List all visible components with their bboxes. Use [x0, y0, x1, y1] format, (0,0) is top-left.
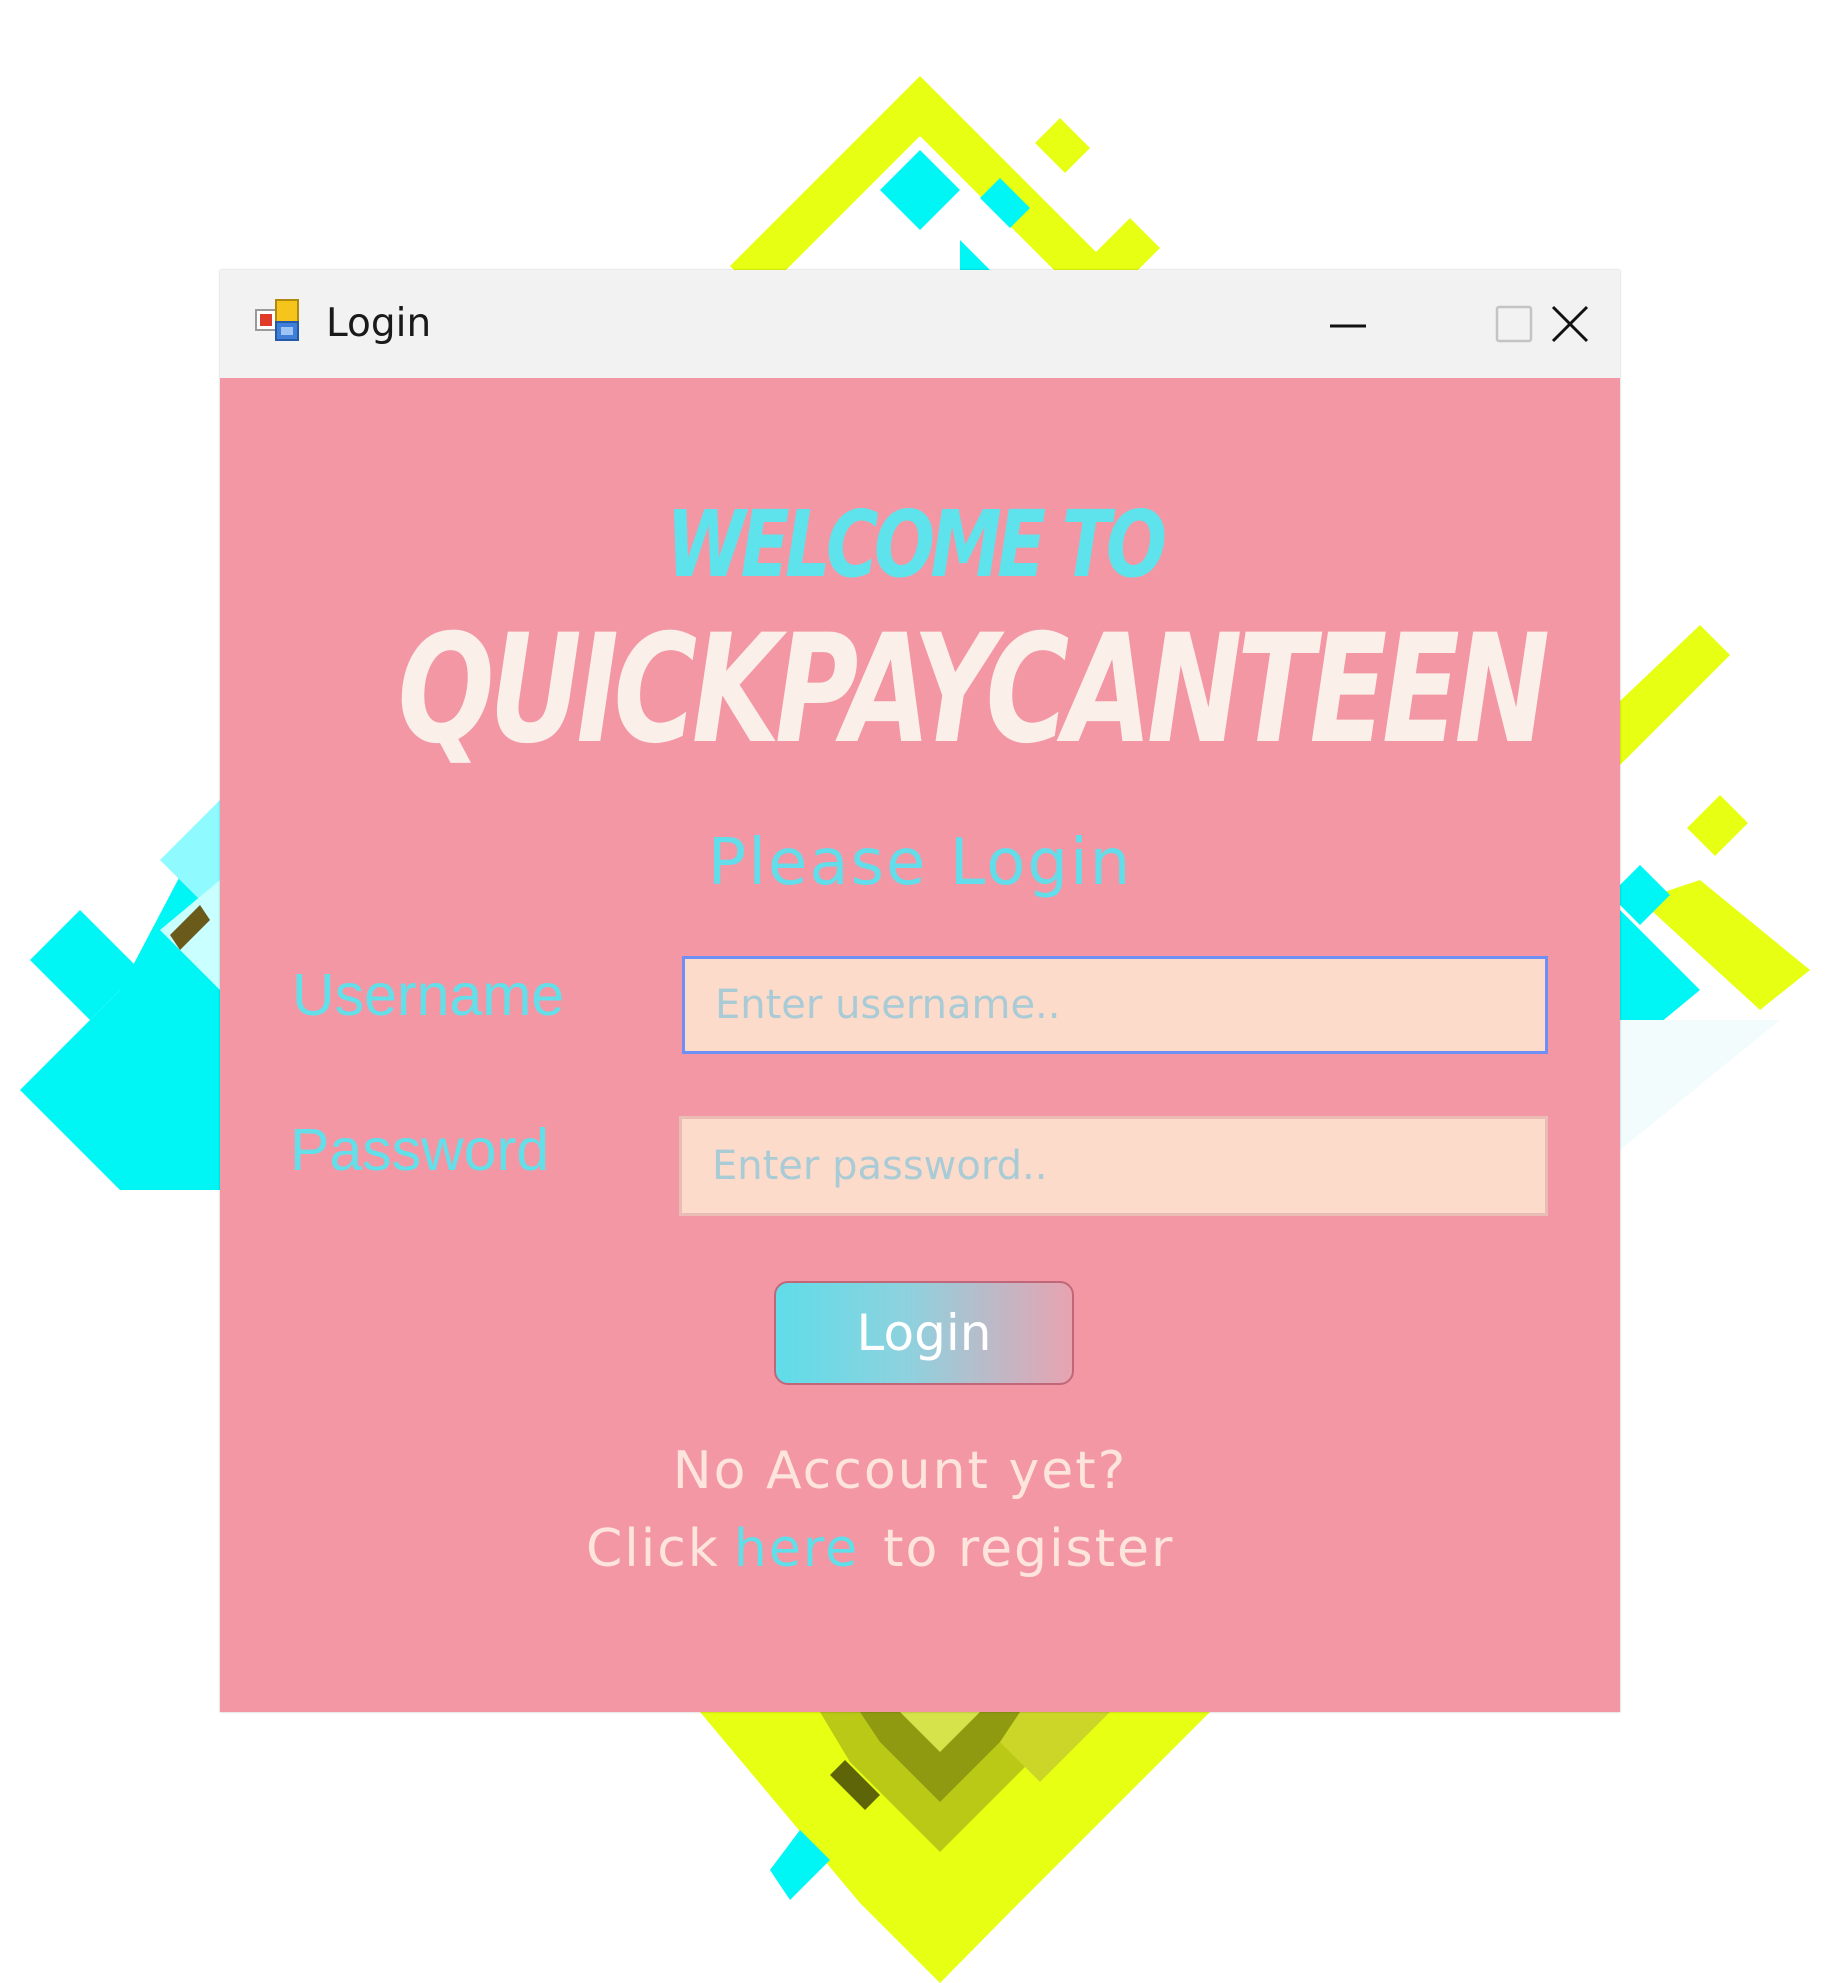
username-label: Username	[292, 962, 565, 1028]
register-link[interactable]: here	[734, 1519, 859, 1579]
minimize-icon	[1330, 324, 1366, 328]
login-panel: WELCOME TO QUICKPAYCANTEEN Please Login …	[220, 378, 1620, 1712]
password-label: Password	[290, 1117, 550, 1183]
window-title: Login	[326, 301, 432, 346]
close-icon	[1551, 305, 1589, 343]
password-input[interactable]	[679, 1116, 1548, 1216]
login-window: Login WELCOME TO QUICKPAYCANTEEN Please …	[220, 270, 1620, 1712]
register-suffix-text: to register	[883, 1519, 1175, 1579]
register-prompt: Click here to register	[586, 1514, 1174, 1584]
decor-bottom-diamond	[700, 1712, 1210, 1983]
decor-right-cluster	[1600, 625, 1810, 1150]
username-input[interactable]	[682, 956, 1548, 1054]
decor-left-cluster	[20, 800, 220, 1190]
brand-title: QUICKPAYCANTEEN	[397, 603, 1550, 777]
decor-top-chevron	[730, 76, 1160, 296]
register-click-text: Click	[586, 1519, 720, 1579]
close-button[interactable]	[1520, 270, 1620, 378]
welcome-heading: WELCOME TO	[666, 491, 1167, 598]
title-bar[interactable]: Login	[220, 270, 1620, 378]
app-icon	[255, 299, 299, 341]
no-account-text: No Account yet?	[672, 1441, 1128, 1501]
minimize-button[interactable]	[1268, 270, 1428, 378]
please-login-subtitle: Please Login	[707, 826, 1133, 900]
login-button[interactable]: Login	[774, 1281, 1074, 1385]
